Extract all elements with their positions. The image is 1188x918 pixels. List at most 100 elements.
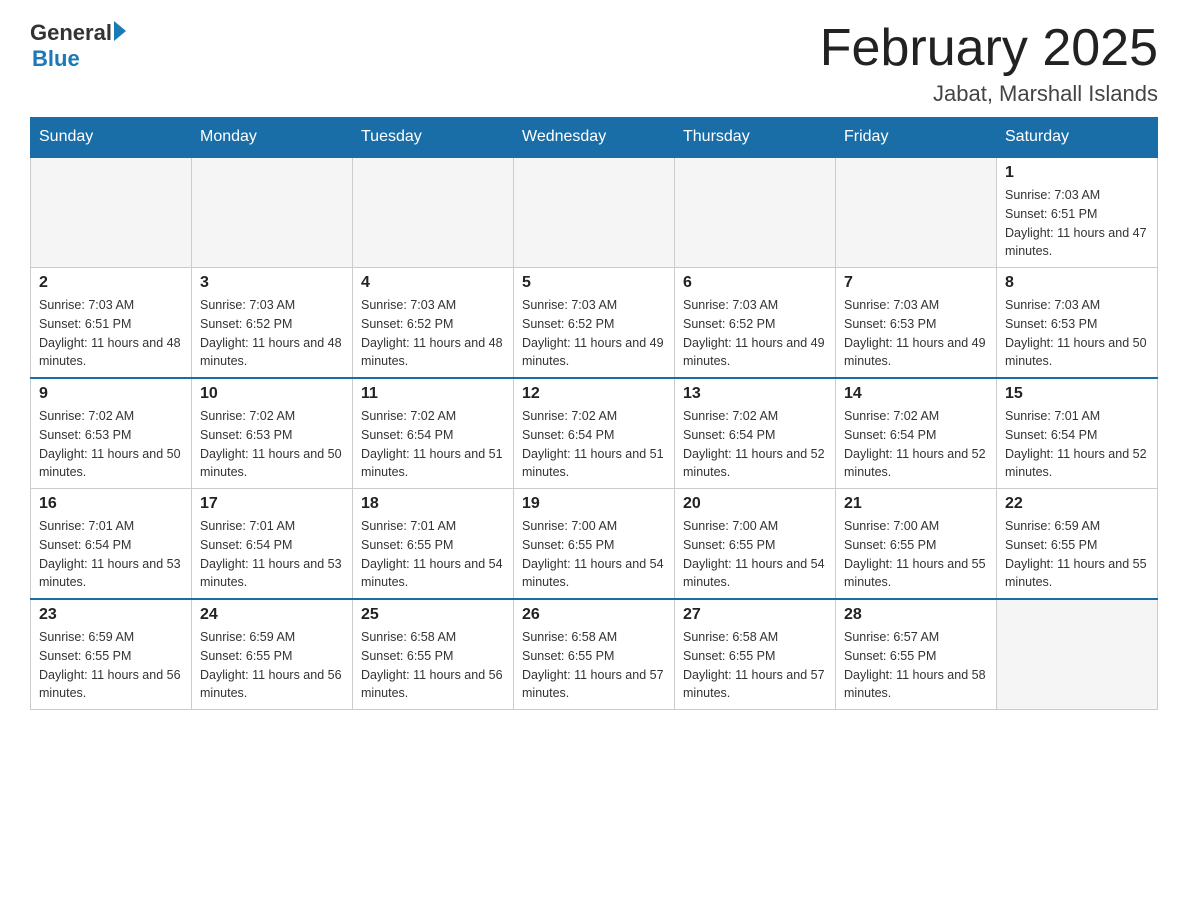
calendar-header: SundayMondayTuesdayWednesdayThursdayFrid… [31, 118, 1158, 158]
day-number: 5 [522, 274, 666, 292]
calendar-day-cell: 21 Sunrise: 7:00 AMSunset: 6:55 PMDayligh… [836, 489, 997, 600]
day-info: Sunrise: 6:58 AMSunset: 6:55 PMDaylight:… [683, 628, 827, 703]
day-number: 12 [522, 385, 666, 403]
day-info: Sunrise: 7:02 AMSunset: 6:54 PMDaylight:… [844, 407, 988, 482]
day-number: 22 [1005, 495, 1149, 513]
calendar-day-cell [675, 157, 836, 268]
calendar-day-cell: 22 Sunrise: 6:59 AMSunset: 6:55 PMDayligh… [997, 489, 1158, 600]
days-of-week-row: SundayMondayTuesdayWednesdayThursdayFrid… [31, 118, 1158, 158]
day-info: Sunrise: 7:01 AMSunset: 6:54 PMDaylight:… [39, 517, 183, 592]
calendar-day-cell: 17 Sunrise: 7:01 AMSunset: 6:54 PMDayligh… [192, 489, 353, 600]
day-info: Sunrise: 6:58 AMSunset: 6:55 PMDaylight:… [361, 628, 505, 703]
calendar-day-cell: 18Sunrise: 7:01 AMSunset: 6:55 PMDayligh… [353, 489, 514, 600]
day-number: 23 [39, 606, 183, 624]
logo: General Blue [30, 20, 126, 72]
day-of-week-header: Monday [192, 118, 353, 158]
page-header: General Blue February 2025 Jabat, Marsha… [30, 20, 1158, 107]
day-number: 27 [683, 606, 827, 624]
day-info: Sunrise: 7:03 AMSunset: 6:52 PMDaylight:… [683, 296, 827, 371]
day-info: Sunrise: 7:02 AMSunset: 6:53 PMDaylight:… [39, 407, 183, 482]
logo-general-text: General [30, 20, 112, 46]
calendar-day-cell: 15 Sunrise: 7:01 AMSunset: 6:54 PMDayligh… [997, 378, 1158, 489]
calendar-day-cell: 19 Sunrise: 7:00 AMSunset: 6:55 PMDayligh… [514, 489, 675, 600]
day-info: Sunrise: 7:03 AMSunset: 6:53 PMDaylight:… [844, 296, 988, 371]
day-info: Sunrise: 7:00 AMSunset: 6:55 PMDaylight:… [522, 517, 666, 592]
calendar-day-cell: 11Sunrise: 7:02 AMSunset: 6:54 PMDayligh… [353, 378, 514, 489]
calendar-week-row: 2 Sunrise: 7:03 AMSunset: 6:51 PMDaylight… [31, 268, 1158, 379]
calendar-day-cell: 6 Sunrise: 7:03 AMSunset: 6:52 PMDaylight… [675, 268, 836, 379]
day-info: Sunrise: 6:59 AMSunset: 6:55 PMDaylight:… [1005, 517, 1149, 592]
day-number: 4 [361, 274, 505, 292]
calendar-day-cell: 24 Sunrise: 6:59 AMSunset: 6:55 PMDayligh… [192, 599, 353, 710]
calendar-table: SundayMondayTuesdayWednesdayThursdayFrid… [30, 117, 1158, 710]
calendar-day-cell: 3 Sunrise: 7:03 AMSunset: 6:52 PMDaylight… [192, 268, 353, 379]
calendar-day-cell [997, 599, 1158, 710]
day-number: 19 [522, 495, 666, 513]
day-info: Sunrise: 7:03 AMSunset: 6:52 PMDaylight:… [200, 296, 344, 371]
calendar-day-cell [192, 157, 353, 268]
day-of-week-header: Thursday [675, 118, 836, 158]
calendar-day-cell: 27 Sunrise: 6:58 AMSunset: 6:55 PMDayligh… [675, 599, 836, 710]
day-number: 16 [39, 495, 183, 513]
day-number: 6 [683, 274, 827, 292]
calendar-day-cell: 26 Sunrise: 6:58 AMSunset: 6:55 PMDayligh… [514, 599, 675, 710]
calendar-day-cell: 10Sunrise: 7:02 AMSunset: 6:53 PMDayligh… [192, 378, 353, 489]
calendar-day-cell: 28 Sunrise: 6:57 AMSunset: 6:55 PMDayligh… [836, 599, 997, 710]
calendar-day-cell [31, 157, 192, 268]
day-info: Sunrise: 7:03 AMSunset: 6:51 PMDaylight:… [39, 296, 183, 371]
day-number: 26 [522, 606, 666, 624]
day-number: 15 [1005, 385, 1149, 403]
day-info: Sunrise: 7:00 AMSunset: 6:55 PMDaylight:… [683, 517, 827, 592]
title-section: February 2025 Jabat, Marshall Islands [820, 20, 1158, 107]
day-number: 13 [683, 385, 827, 403]
day-info: Sunrise: 7:02 AMSunset: 6:54 PMDaylight:… [683, 407, 827, 482]
calendar-day-cell: 14 Sunrise: 7:02 AMSunset: 6:54 PMDayligh… [836, 378, 997, 489]
day-info: Sunrise: 7:03 AMSunset: 6:53 PMDaylight:… [1005, 296, 1149, 371]
day-number: 3 [200, 274, 344, 292]
day-number: 11 [361, 385, 505, 403]
calendar-day-cell: 12 Sunrise: 7:02 AMSunset: 6:54 PMDayligh… [514, 378, 675, 489]
day-info: Sunrise: 7:02 AMSunset: 6:54 PMDaylight:… [522, 407, 666, 482]
calendar-week-row: 23 Sunrise: 6:59 AMSunset: 6:55 PMDayligh… [31, 599, 1158, 710]
calendar-day-cell: 2 Sunrise: 7:03 AMSunset: 6:51 PMDaylight… [31, 268, 192, 379]
day-number: 17 [200, 495, 344, 513]
calendar-week-row: 16 Sunrise: 7:01 AMSunset: 6:54 PMDayligh… [31, 489, 1158, 600]
day-info: Sunrise: 7:01 AMSunset: 6:54 PMDaylight:… [1005, 407, 1149, 482]
day-of-week-header: Sunday [31, 118, 192, 158]
calendar-day-cell: 9 Sunrise: 7:02 AMSunset: 6:53 PMDaylight… [31, 378, 192, 489]
calendar-day-cell: 16 Sunrise: 7:01 AMSunset: 6:54 PMDayligh… [31, 489, 192, 600]
day-number: 21 [844, 495, 988, 513]
calendar-day-cell: 8Sunrise: 7:03 AMSunset: 6:53 PMDaylight… [997, 268, 1158, 379]
calendar-day-cell: 25Sunrise: 6:58 AMSunset: 6:55 PMDayligh… [353, 599, 514, 710]
calendar-day-cell: 23 Sunrise: 6:59 AMSunset: 6:55 PMDayligh… [31, 599, 192, 710]
day-number: 1 [1005, 164, 1149, 182]
location-text: Jabat, Marshall Islands [820, 81, 1158, 107]
day-of-week-header: Friday [836, 118, 997, 158]
day-number: 20 [683, 495, 827, 513]
day-number: 24 [200, 606, 344, 624]
day-info: Sunrise: 7:03 AMSunset: 6:52 PMDaylight:… [361, 296, 505, 371]
calendar-day-cell [353, 157, 514, 268]
calendar-day-cell [836, 157, 997, 268]
logo-blue-text: Blue [32, 46, 80, 72]
calendar-day-cell: 20 Sunrise: 7:00 AMSunset: 6:55 PMDayligh… [675, 489, 836, 600]
day-info: Sunrise: 6:59 AMSunset: 6:55 PMDaylight:… [200, 628, 344, 703]
day-number: 14 [844, 385, 988, 403]
day-info: Sunrise: 7:02 AMSunset: 6:53 PMDaylight:… [200, 407, 344, 482]
calendar-day-cell: 1Sunrise: 7:03 AMSunset: 6:51 PMDaylight… [997, 157, 1158, 268]
day-info: Sunrise: 6:58 AMSunset: 6:55 PMDaylight:… [522, 628, 666, 703]
day-number: 18 [361, 495, 505, 513]
calendar-day-cell [514, 157, 675, 268]
day-number: 28 [844, 606, 988, 624]
logo-arrow-icon [114, 21, 126, 41]
calendar-week-row: 9 Sunrise: 7:02 AMSunset: 6:53 PMDaylight… [31, 378, 1158, 489]
day-info: Sunrise: 6:59 AMSunset: 6:55 PMDaylight:… [39, 628, 183, 703]
day-number: 9 [39, 385, 183, 403]
day-info: Sunrise: 6:57 AMSunset: 6:55 PMDaylight:… [844, 628, 988, 703]
calendar-day-cell: 13 Sunrise: 7:02 AMSunset: 6:54 PMDayligh… [675, 378, 836, 489]
day-number: 2 [39, 274, 183, 292]
calendar-body: 1 Sunrise: 7:03 AMSunset: 6:51 PMDaylight… [31, 157, 1158, 710]
day-info: Sunrise: 7:00 AMSunset: 6:55 PMDaylight:… [844, 517, 988, 592]
calendar-day-cell: 4 Sunrise: 7:03 AMSunset: 6:52 PMDaylight… [353, 268, 514, 379]
day-info: Sunrise: 7:01 AMSunset: 6:54 PMDaylight:… [200, 517, 344, 592]
